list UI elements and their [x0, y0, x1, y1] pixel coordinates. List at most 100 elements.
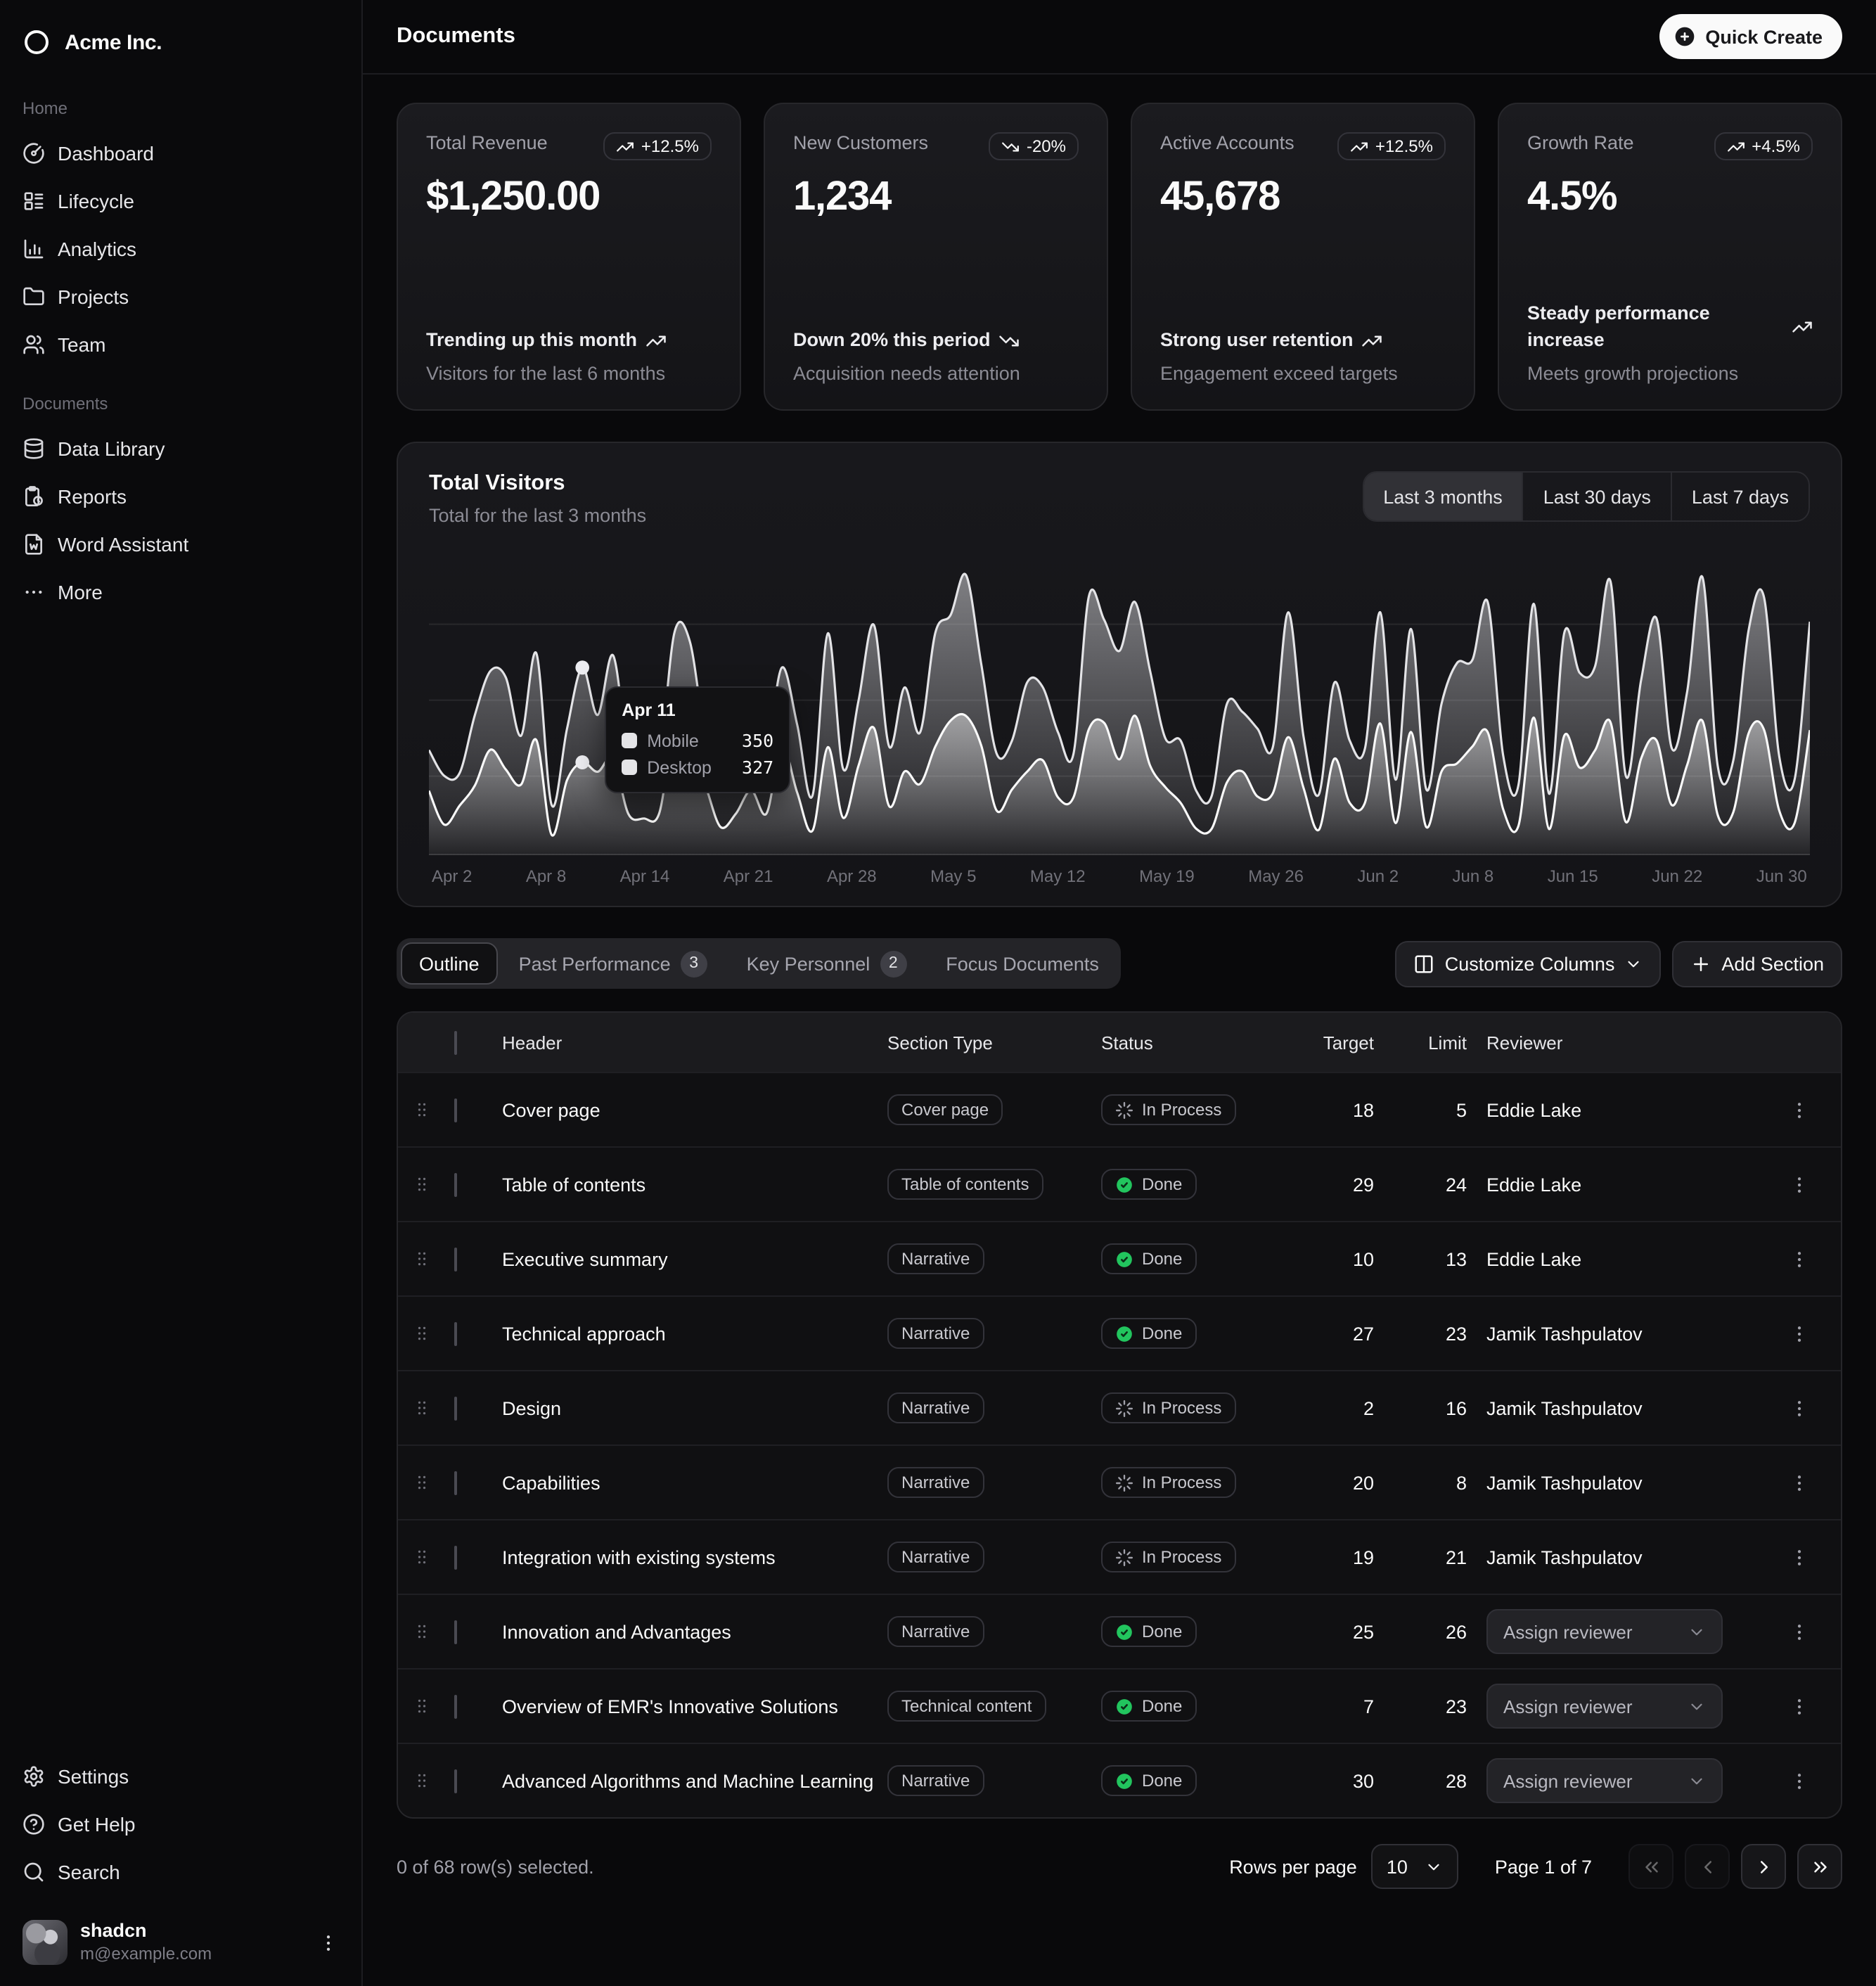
row-menu-button[interactable] — [1771, 1323, 1827, 1344]
sidebar-item-dashboard[interactable]: Dashboard — [11, 129, 350, 177]
row-checkbox[interactable] — [454, 1769, 457, 1793]
limit-value[interactable]: 13 — [1394, 1248, 1486, 1269]
sidebar-item-data-library[interactable]: Data Library — [11, 425, 350, 473]
ellipsis-vertical-icon — [1788, 1174, 1809, 1195]
target-value[interactable]: 18 — [1309, 1099, 1394, 1120]
drag-handle[interactable] — [412, 1771, 454, 1790]
row-menu-button[interactable] — [1771, 1546, 1827, 1568]
sidebar-item-more[interactable]: More — [11, 568, 350, 616]
range-last-7-days[interactable]: Last 7 days — [1671, 473, 1808, 520]
row-checkbox[interactable] — [454, 1545, 457, 1569]
limit-value[interactable]: 5 — [1394, 1099, 1486, 1120]
target-value[interactable]: 10 — [1309, 1248, 1394, 1269]
target-value[interactable]: 25 — [1309, 1621, 1394, 1642]
limit-value[interactable]: 26 — [1394, 1621, 1486, 1642]
next-page-button[interactable] — [1741, 1844, 1786, 1889]
limit-value[interactable]: 16 — [1394, 1397, 1486, 1418]
tab-past-performance[interactable]: Past Performance 3 — [501, 942, 726, 985]
customize-columns-button[interactable]: Customize Columns — [1396, 940, 1662, 987]
row-header-title[interactable]: Table of contents — [502, 1174, 887, 1195]
row-checkbox[interactable] — [454, 1172, 457, 1196]
row-header-title[interactable]: Cover page — [502, 1099, 887, 1120]
row-header-title[interactable]: Design — [502, 1397, 887, 1418]
tab-key-personnel[interactable]: Key Personnel 2 — [728, 942, 925, 985]
quick-create-button[interactable]: Quick Create — [1659, 14, 1842, 59]
ellipsis-vertical-icon — [1788, 1397, 1809, 1418]
org-switcher[interactable]: Acme Inc. — [11, 11, 350, 73]
row-menu-button[interactable] — [1771, 1696, 1827, 1717]
row-menu-button[interactable] — [1771, 1472, 1827, 1493]
row-header-title[interactable]: Capabilities — [502, 1472, 887, 1493]
target-value[interactable]: 29 — [1309, 1174, 1394, 1195]
drag-handle[interactable] — [412, 1547, 454, 1567]
row-checkbox[interactable] — [454, 1694, 457, 1718]
row-menu-button[interactable] — [1771, 1770, 1827, 1791]
row-checkbox[interactable] — [454, 1396, 457, 1420]
tab-focus-documents[interactable]: Focus Documents — [927, 942, 1117, 985]
rows-per-page-select[interactable]: 10 — [1371, 1844, 1458, 1889]
row-header-title[interactable]: Advanced Algorithms and Machine Learning — [502, 1770, 887, 1791]
row-checkbox[interactable] — [454, 1247, 457, 1271]
target-value[interactable]: 19 — [1309, 1546, 1394, 1568]
sidebar-item-search[interactable]: Search — [11, 1848, 350, 1896]
row-menu-button[interactable] — [1771, 1621, 1827, 1642]
previous-page-button[interactable] — [1685, 1844, 1730, 1889]
sidebar-item-word-assistant[interactable]: Word Assistant — [11, 520, 350, 568]
sidebar-item-settings[interactable]: Settings — [11, 1753, 350, 1800]
range-last-3-months[interactable]: Last 3 months — [1363, 473, 1522, 520]
drag-handle[interactable] — [412, 1249, 454, 1269]
row-checkbox[interactable] — [454, 1321, 457, 1345]
row-menu-button[interactable] — [1771, 1397, 1827, 1418]
limit-value[interactable]: 21 — [1394, 1546, 1486, 1568]
row-checkbox[interactable] — [454, 1620, 457, 1644]
drag-handle[interactable] — [412, 1696, 454, 1716]
row-header-title[interactable]: Innovation and Advantages — [502, 1621, 887, 1642]
sidebar-item-analytics[interactable]: Analytics — [11, 225, 350, 273]
drag-handle[interactable] — [412, 1398, 454, 1418]
row-checkbox[interactable] — [454, 1098, 457, 1122]
sidebar-item-lifecycle[interactable]: Lifecycle — [11, 177, 350, 225]
database-icon — [23, 437, 45, 460]
sidebar-item-get-help[interactable]: Get Help — [11, 1800, 350, 1848]
drag-handle[interactable] — [412, 1100, 454, 1120]
limit-value[interactable]: 23 — [1394, 1323, 1486, 1344]
target-value[interactable]: 20 — [1309, 1472, 1394, 1493]
row-menu-button[interactable] — [1771, 1099, 1827, 1120]
add-section-button[interactable]: Add Section — [1672, 940, 1842, 987]
limit-value[interactable]: 28 — [1394, 1770, 1486, 1791]
limit-value[interactable]: 8 — [1394, 1472, 1486, 1493]
row-header-title[interactable]: Technical approach — [502, 1323, 887, 1344]
sidebar-item-projects[interactable]: Projects — [11, 273, 350, 321]
sidebar-item-label: Dashboard — [58, 142, 154, 165]
limit-value[interactable]: 23 — [1394, 1696, 1486, 1717]
target-value[interactable]: 30 — [1309, 1770, 1394, 1791]
row-menu-button[interactable] — [1771, 1174, 1827, 1195]
range-last-30-days[interactable]: Last 30 days — [1522, 473, 1671, 520]
drag-handle[interactable] — [412, 1622, 454, 1641]
loader-icon — [1115, 1399, 1133, 1417]
sidebar-item-team[interactable]: Team — [11, 321, 350, 369]
target-value[interactable]: 2 — [1309, 1397, 1394, 1418]
target-value[interactable]: 27 — [1309, 1323, 1394, 1344]
limit-value[interactable]: 24 — [1394, 1174, 1486, 1195]
row-header-title[interactable]: Overview of EMR's Innovative Solutions — [502, 1696, 887, 1717]
first-page-button[interactable] — [1628, 1844, 1673, 1889]
assign-reviewer-select[interactable]: Assign reviewer — [1486, 1684, 1723, 1729]
last-page-button[interactable] — [1797, 1844, 1842, 1889]
check-circle-icon — [1115, 1697, 1133, 1715]
drag-handle[interactable] — [412, 1473, 454, 1492]
area-chart[interactable]: Apr 11 Mobile 350 Desktop 327 — [429, 551, 1810, 855]
row-header-title[interactable]: Integration with existing systems — [502, 1546, 887, 1568]
target-value[interactable]: 7 — [1309, 1696, 1394, 1717]
assign-reviewer-select[interactable]: Assign reviewer — [1486, 1758, 1723, 1803]
tab-outline[interactable]: Outline — [401, 942, 498, 985]
sidebar-item-reports[interactable]: Reports — [11, 473, 350, 520]
user-menu[interactable]: shadcn m@example.com — [11, 1910, 350, 1975]
row-checkbox[interactable] — [454, 1471, 457, 1494]
select-all-checkbox[interactable] — [454, 1030, 457, 1054]
row-menu-button[interactable] — [1771, 1248, 1827, 1269]
row-header-title[interactable]: Executive summary — [502, 1248, 887, 1269]
drag-handle[interactable] — [412, 1324, 454, 1343]
assign-reviewer-select[interactable]: Assign reviewer — [1486, 1609, 1723, 1654]
drag-handle[interactable] — [412, 1174, 454, 1194]
